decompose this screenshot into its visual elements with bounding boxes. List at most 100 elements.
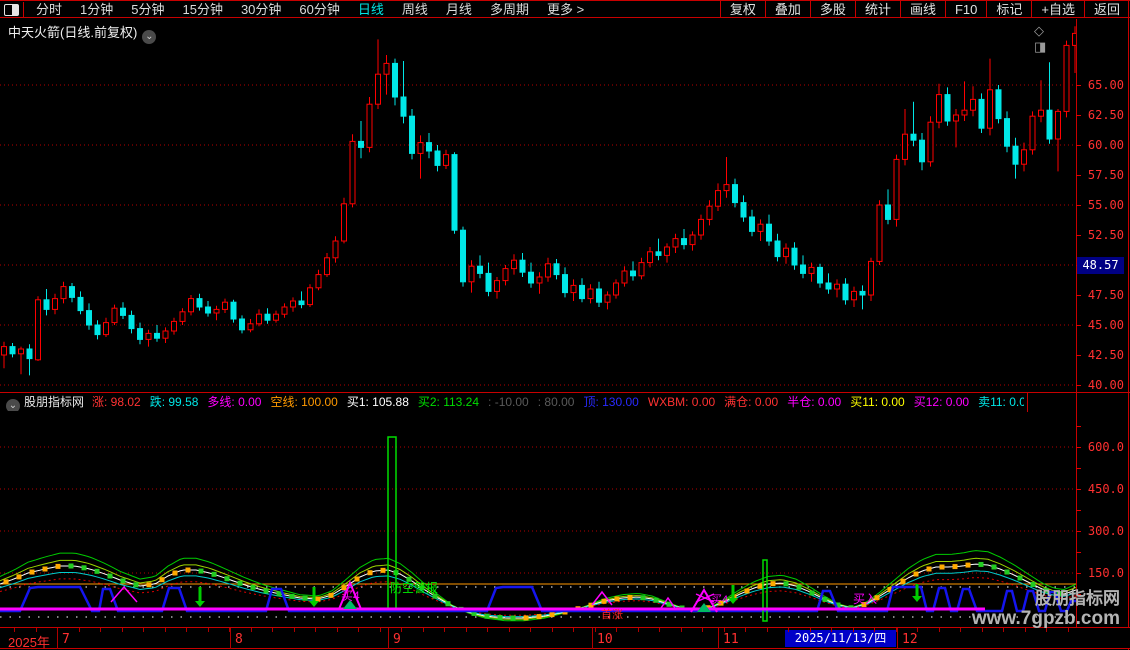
candlestick — [689, 234, 696, 246]
candlestick-chart[interactable] — [0, 19, 1076, 393]
candlestick — [443, 154, 449, 166]
candlestick — [9, 346, 16, 355]
period-tab-6[interactable]: 日线 — [349, 1, 393, 18]
candlestick — [596, 288, 602, 303]
candlestick — [494, 280, 500, 292]
candlestick — [672, 238, 679, 248]
indicator-scale-label: 450.0 — [1087, 482, 1124, 496]
candlestick — [927, 121, 934, 163]
wave-marker — [523, 615, 529, 621]
candlestick — [162, 330, 169, 339]
candlestick — [307, 287, 313, 306]
wave-marker — [81, 565, 87, 571]
toolbar-button-3[interactable]: 统计 — [854, 1, 900, 18]
month-label: 12 — [902, 632, 918, 647]
time-axis-tick — [229, 628, 230, 632]
wave-marker — [380, 567, 386, 573]
time-axis-tick — [788, 628, 789, 632]
wave-marker — [29, 569, 35, 575]
candlestick — [103, 322, 109, 336]
indicator-scale-label: 300.0 — [1087, 524, 1124, 538]
period-tab-1[interactable]: 1分钟 — [71, 1, 122, 18]
wave-marker — [68, 563, 74, 569]
candlestick — [1063, 44, 1070, 112]
window-layout-button[interactable] — [0, 2, 24, 18]
period-tab-4[interactable]: 30分钟 — [232, 1, 290, 18]
candlestick — [154, 332, 160, 339]
candlestick — [995, 89, 1002, 120]
time-axis-tick — [100, 628, 101, 632]
candlestick — [26, 348, 33, 360]
time-axis-tick — [810, 628, 811, 632]
period-tab-2[interactable]: 5分钟 — [122, 1, 173, 18]
wave-marker — [172, 570, 178, 576]
time-axis-tick — [939, 628, 940, 632]
toolbar-button-5[interactable]: F10 — [944, 1, 986, 18]
time-axis-tick — [681, 628, 682, 632]
toolbar-button-7[interactable]: +自选 — [1031, 1, 1084, 18]
price-label: 47.50 — [1087, 288, 1124, 302]
toolbar-button-8[interactable]: 返回 — [1083, 1, 1129, 18]
collapse-chevron-icon[interactable]: ⌄ — [6, 399, 20, 411]
candlestick — [188, 298, 194, 313]
price-axis-tick — [1076, 385, 1081, 386]
period-tab-0[interactable]: 分时 — [27, 1, 71, 18]
candlestick — [366, 103, 373, 148]
wave-marker — [315, 596, 321, 602]
candlestick — [876, 204, 883, 262]
time-axis-tick — [79, 628, 80, 632]
candlestick — [800, 264, 806, 274]
price-label: 55.00 — [1087, 198, 1124, 212]
wave-marker — [926, 566, 932, 572]
candlestick — [434, 150, 441, 166]
candlestick — [519, 259, 526, 273]
time-axis-tick — [853, 628, 854, 632]
down-arrow-icon — [309, 601, 319, 607]
month-label: 10 — [597, 632, 613, 647]
wave-marker — [640, 595, 646, 601]
toolbar-button-1[interactable]: 叠加 — [764, 1, 810, 18]
toolbar-button-6[interactable]: 标记 — [986, 1, 1031, 18]
year-label: 2025年 — [8, 635, 50, 650]
candlestick — [783, 247, 789, 258]
candlestick — [604, 294, 611, 303]
period-tab-10[interactable]: 更多 > — [538, 1, 593, 18]
candlestick — [145, 332, 152, 340]
time-axis-tick — [358, 628, 359, 632]
period-tab-8[interactable]: 月线 — [437, 1, 481, 18]
wave-marker — [653, 597, 659, 603]
time-axis-tick — [444, 628, 445, 632]
indicator-chart[interactable]: 买4 防空警报首涨 买4 买入 — [0, 412, 1076, 627]
price-axis-tick — [1076, 355, 1081, 356]
candlestick — [936, 94, 942, 123]
candlestick — [859, 290, 866, 296]
wave-marker — [185, 567, 191, 573]
toolbar-button-0[interactable]: 复权 — [719, 1, 765, 18]
period-tab-3[interactable]: 15分钟 — [173, 1, 231, 18]
candlestick — [426, 142, 432, 152]
wave-marker — [757, 583, 763, 589]
candlestick — [273, 313, 279, 321]
wave-marker — [497, 615, 503, 620]
wave-marker — [328, 592, 334, 598]
indicator-field-3: 空线: 100.00 — [270, 395, 338, 409]
candlestick — [409, 115, 415, 154]
candlestick — [638, 262, 645, 277]
wave-marker — [601, 598, 607, 604]
price-label: 42.50 — [1087, 348, 1124, 362]
indicator-field-6: : -10.00 — [488, 395, 529, 409]
time-axis-tick — [251, 628, 252, 632]
candlestick — [18, 348, 24, 355]
candlestick — [970, 98, 976, 111]
period-tab-5[interactable]: 60分钟 — [290, 1, 348, 18]
toolbar-button-4[interactable]: 画线 — [899, 1, 945, 18]
wave-marker — [445, 601, 451, 607]
time-axis-tick — [165, 628, 166, 632]
indicator-field-1: 跌: 99.58 — [149, 395, 199, 409]
period-tab-7[interactable]: 周线 — [393, 1, 437, 18]
time-axis-tick — [831, 628, 832, 632]
period-tab-9[interactable]: 多周期 — [481, 1, 538, 18]
toolbar-button-2[interactable]: 多股 — [809, 1, 855, 18]
price-axis-tick — [1076, 325, 1081, 326]
indicator-annotation-1: 防空警报 — [390, 580, 438, 595]
